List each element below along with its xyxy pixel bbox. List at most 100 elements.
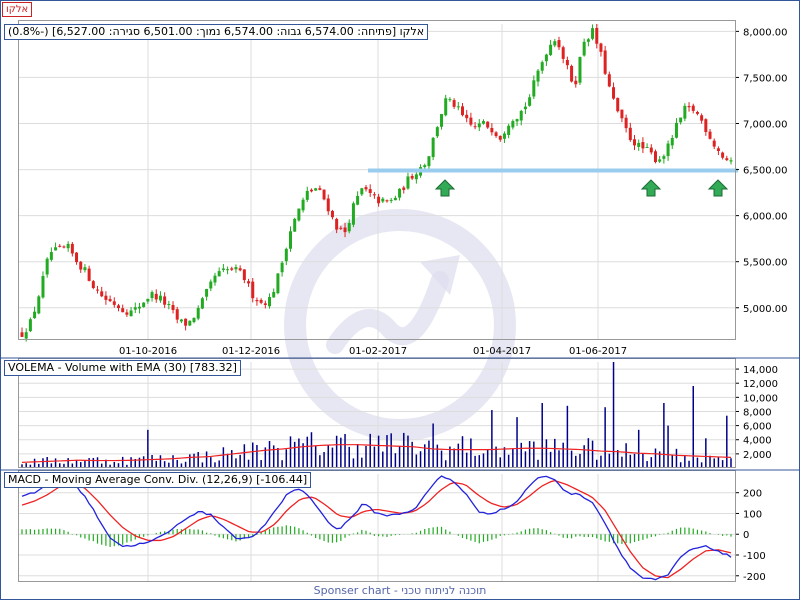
candle-up — [137, 306, 141, 309]
candle-down — [620, 109, 624, 119]
candle-down — [612, 87, 616, 99]
candle-down — [87, 268, 91, 281]
candle-down — [368, 189, 372, 194]
candle-down — [163, 296, 167, 305]
y-tick-label: 6,000.00 — [743, 212, 788, 223]
candle-down — [687, 106, 691, 108]
candle-up — [188, 320, 192, 326]
candle-down — [385, 200, 389, 202]
candle-up — [280, 262, 284, 273]
candle-up — [674, 122, 678, 138]
candle-down — [247, 281, 251, 284]
volume-tick-label: 2,000 — [743, 450, 772, 461]
candle-up — [146, 298, 150, 302]
candle-up — [481, 121, 485, 124]
candle-up — [83, 267, 87, 271]
candle-up — [196, 307, 200, 319]
candle-up — [414, 174, 418, 180]
candle-down — [561, 47, 565, 59]
candle-down — [490, 127, 494, 133]
candle-down — [238, 268, 242, 271]
candle-up — [200, 298, 204, 309]
candle-down — [616, 97, 620, 112]
candle-up — [226, 269, 230, 271]
chart-svg: 01-10-2016 01-12-2016 01-02-2017 01-04-2017… — [0, 0, 800, 600]
candle-down — [330, 210, 334, 218]
candle-down — [121, 308, 125, 313]
candle-down — [116, 305, 120, 309]
candle-down — [20, 332, 24, 337]
candle-up — [586, 39, 590, 42]
candle-up — [314, 188, 318, 191]
candle-down — [318, 188, 322, 190]
candle-up — [49, 252, 53, 260]
volume-tick-label: 4,000 — [743, 436, 772, 447]
candle-down — [469, 117, 473, 125]
x-tick-label: 01-04-2017 — [473, 346, 531, 357]
candle-up — [272, 291, 276, 298]
candle-up — [477, 123, 481, 128]
candle-down — [230, 268, 234, 270]
candle-down — [725, 158, 729, 161]
candle-down — [649, 147, 653, 153]
candle-up — [540, 62, 544, 71]
candle-down — [410, 175, 414, 179]
candle-up — [129, 310, 133, 317]
price-info-label: אלקו [פתיחה: 6,574.00 גבוה: 6,574.00 נמו… — [4, 24, 429, 40]
candle-up — [544, 54, 548, 62]
candle-down — [628, 127, 632, 141]
candle-down — [557, 40, 561, 48]
candle-down — [251, 281, 255, 299]
candle-up — [28, 319, 32, 332]
candle-up — [536, 70, 540, 82]
candle-up — [393, 197, 397, 201]
candle-down — [171, 305, 175, 310]
candle-down — [255, 300, 259, 302]
candle-up — [276, 273, 280, 294]
y-tick-label: 5,000.00 — [743, 304, 788, 315]
candle-up — [351, 203, 355, 225]
candle-up — [221, 268, 225, 271]
candle-up — [423, 165, 427, 168]
candle-up — [549, 44, 553, 56]
candle-down — [716, 148, 720, 152]
candle-down — [595, 27, 599, 44]
candle-up — [440, 114, 444, 127]
candle-down — [494, 132, 498, 137]
candle-down — [695, 112, 699, 114]
candle-down — [570, 65, 574, 82]
candle-up — [347, 223, 351, 232]
candle-up — [456, 106, 460, 108]
candle-up — [645, 146, 649, 148]
candle-down — [335, 218, 339, 230]
candle-up — [142, 302, 146, 308]
candle-up — [356, 195, 360, 205]
candle-up — [54, 247, 58, 251]
candle-up — [511, 121, 515, 128]
candle-up — [553, 41, 557, 46]
candle-up — [507, 125, 511, 135]
candle-down — [700, 115, 704, 121]
candle-up — [427, 156, 431, 167]
candle-down — [364, 187, 368, 190]
candle-up — [406, 176, 410, 189]
candle-down — [603, 50, 607, 74]
volume-tick-label: 6,000 — [743, 422, 772, 433]
candle-down — [691, 105, 695, 111]
candle-down — [624, 117, 628, 129]
candle-down — [96, 289, 100, 291]
volume-tick-label: 14,000 — [743, 365, 778, 376]
candle-up — [448, 99, 452, 101]
volume-info-label: VOLEMA - Volume with EMA (30) [783.32] — [4, 360, 241, 376]
x-tick-label: 01-10-2016 — [119, 346, 177, 357]
candle-up — [666, 143, 670, 156]
candle-down — [712, 140, 716, 147]
candle-down — [112, 301, 116, 305]
candle-down — [326, 198, 330, 212]
candle-up — [435, 127, 439, 137]
candle-down — [565, 59, 569, 66]
candle-down — [641, 142, 645, 149]
candle-up — [679, 117, 683, 123]
chart-frame: 01-10-2016 01-12-2016 01-02-2017 01-04-2017… — [0, 0, 800, 600]
candle-up — [444, 98, 448, 116]
